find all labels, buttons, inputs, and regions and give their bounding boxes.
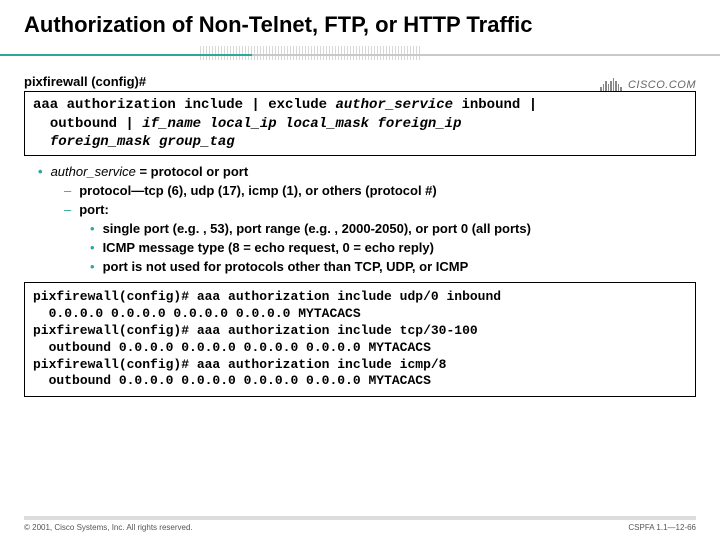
slide-number: CSPFA 1.1—12-66: [628, 523, 696, 532]
prompt-label: pixfirewall (config)#: [24, 74, 696, 89]
bullet-l3: ICMP message type (8 = echo request, 0 =…: [90, 240, 696, 255]
logo-text: CISCO.COM: [628, 79, 696, 91]
cisco-bars-icon: [600, 78, 623, 91]
example-box: pixfirewall(config)# aaa authorization i…: [24, 282, 696, 397]
slide: Authorization of Non-Telnet, FTP, or HTT…: [0, 0, 720, 540]
slide-title: Authorization of Non-Telnet, FTP, or HTT…: [24, 12, 696, 38]
bullet-l1: author_service = protocol or port: [38, 164, 696, 179]
bullet-l3: port is not used for protocols other tha…: [90, 259, 696, 274]
bullet-l2: port:: [64, 202, 696, 217]
footer: © 2001, Cisco Systems, Inc. All rights r…: [24, 516, 696, 532]
bullet-list: author_service = protocol or port protoc…: [34, 164, 696, 274]
bullet-l3: single port (e.g. , 53), port range (e.g…: [90, 221, 696, 236]
accent-bar: [0, 46, 720, 64]
cisco-logo: CISCO.COM: [600, 78, 696, 91]
syntax-box: aaa authorization include | exclude auth…: [24, 91, 696, 156]
copyright: © 2001, Cisco Systems, Inc. All rights r…: [24, 523, 193, 532]
bullet-l2: protocol—tcp (6), udp (17), icmp (1), or…: [64, 183, 696, 198]
